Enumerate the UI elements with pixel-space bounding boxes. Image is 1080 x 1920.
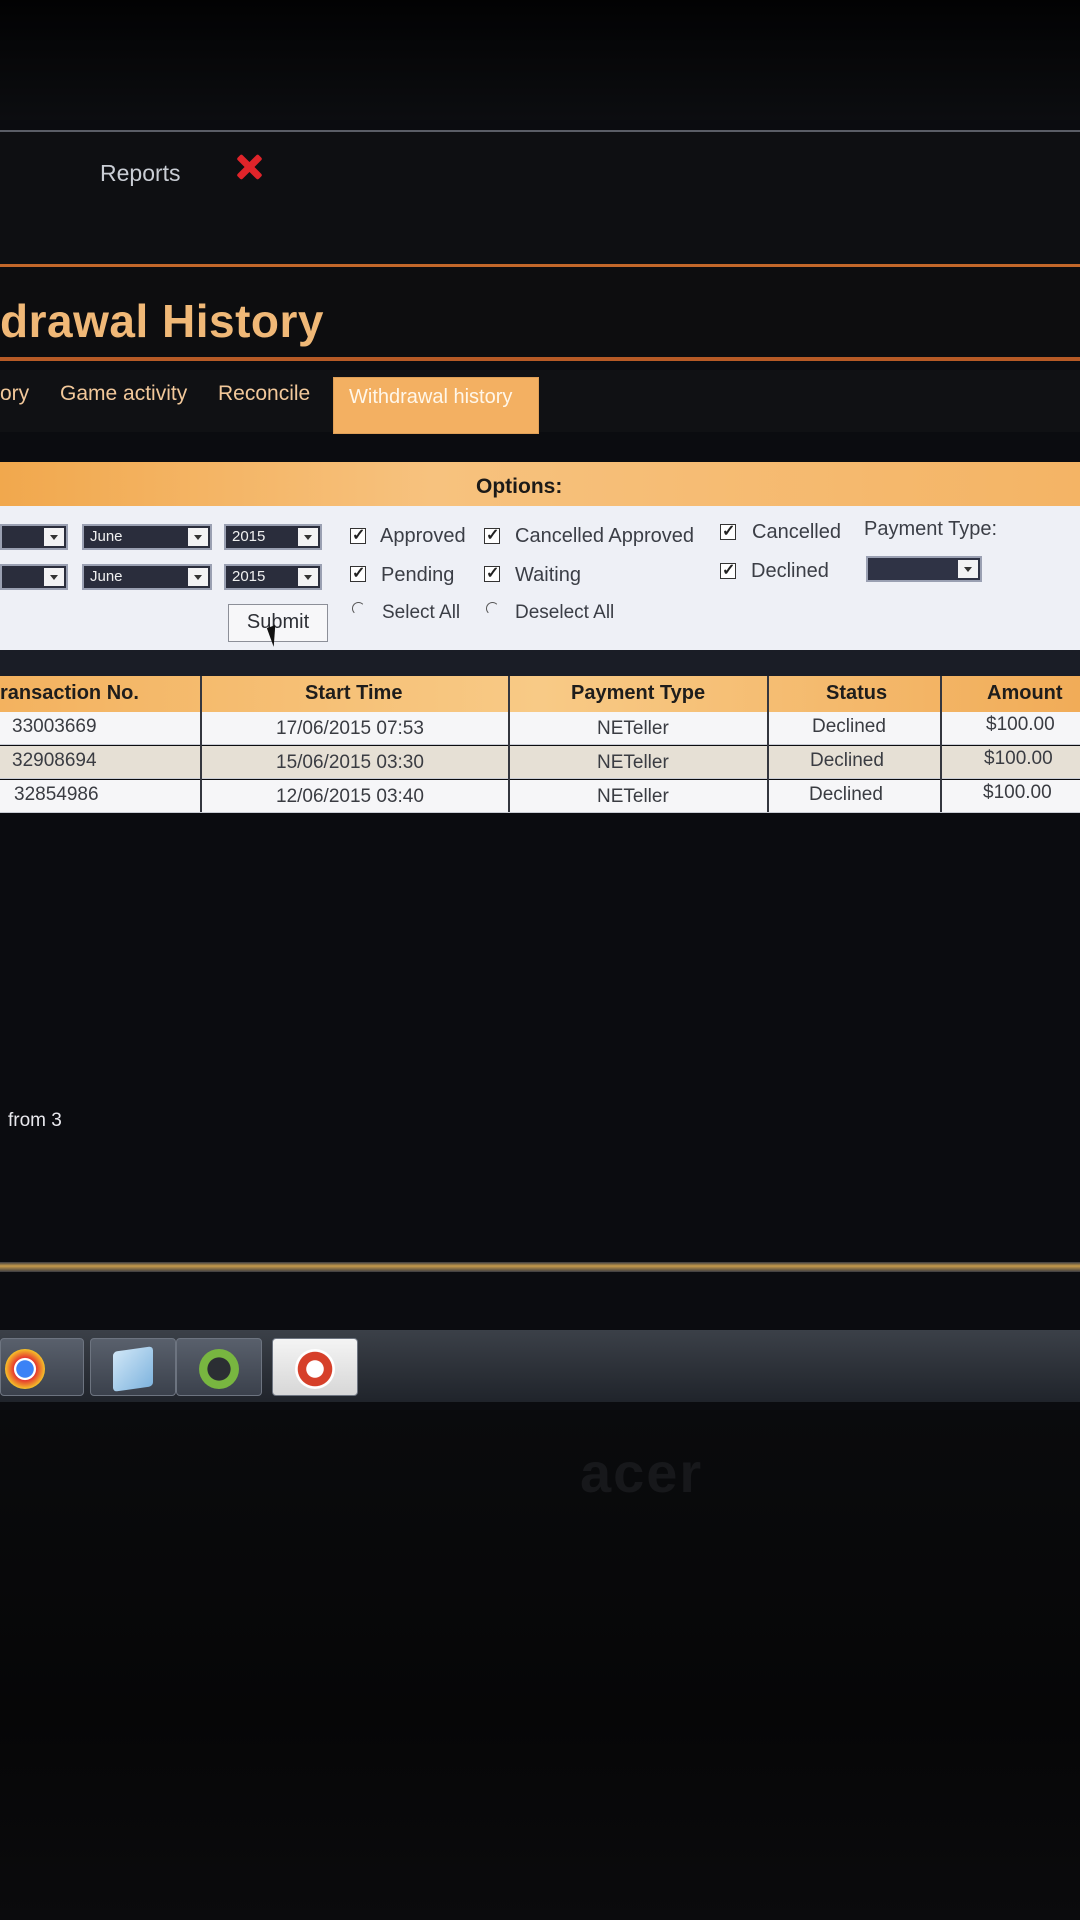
waiting-label: Waiting: [515, 564, 581, 586]
table-row[interactable]: [0, 712, 1080, 745]
pagination-text: from 3: [8, 1110, 62, 1131]
chevron-down-icon: [44, 568, 64, 586]
cell-amount: $100.00: [984, 748, 1053, 769]
chevron-down-icon: [44, 528, 64, 546]
divider: [0, 650, 1080, 676]
page-title: drawal History: [0, 295, 324, 347]
cancelled-label: Cancelled: [752, 521, 841, 543]
taskbar-utorrent[interactable]: [176, 1338, 262, 1396]
cell-transaction-no: 32854986: [14, 784, 99, 805]
to-month-value: June: [90, 568, 123, 585]
cancelled-checkbox[interactable]: [720, 521, 736, 541]
column-divider: [767, 676, 769, 812]
cancelled-approved-checkbox[interactable]: [484, 525, 500, 545]
cell-start-time: 17/06/2015 07:53: [276, 718, 424, 739]
column-header-start-time[interactable]: Start Time: [305, 682, 402, 705]
cancelled-approved-label: Cancelled Approved: [515, 525, 695, 547]
chevron-down-icon: [188, 528, 208, 546]
notepad-icon: [113, 1346, 153, 1392]
utorrent-icon: [199, 1349, 239, 1389]
from-year-value: 2015: [232, 528, 266, 545]
cell-amount: $100.00: [986, 714, 1055, 735]
declined-label: Declined: [751, 560, 829, 582]
table-row[interactable]: [0, 780, 1080, 813]
table-row[interactable]: [0, 746, 1080, 779]
to-day-select[interactable]: [0, 564, 68, 590]
column-header-status[interactable]: Status: [826, 682, 887, 705]
payment-type-label: Payment Type:: [864, 518, 998, 540]
divider: [0, 357, 1080, 361]
column-header-amount[interactable]: Amount: [987, 682, 1063, 705]
select-all-label: Select All: [382, 602, 461, 623]
taskbar-poker-client[interactable]: [272, 1338, 358, 1396]
column-divider: [200, 676, 202, 812]
declined-checkbox[interactable]: [720, 560, 736, 580]
from-day-select[interactable]: [0, 524, 68, 550]
chrome-icon: [5, 1349, 45, 1389]
taskbar-chrome[interactable]: [0, 1338, 84, 1396]
options-title: Options:: [476, 475, 563, 498]
waiting-checkbox[interactable]: [484, 563, 500, 583]
menu-item-reports[interactable]: Reports: [100, 160, 181, 187]
approved-label: Approved: [380, 525, 466, 547]
payment-type-select[interactable]: [866, 556, 982, 582]
tab-withdrawal-history[interactable]: Withdrawal history: [333, 377, 539, 434]
laptop-keyboard-area: [0, 1410, 1080, 1920]
column-divider: [940, 676, 942, 812]
approved-checkbox[interactable]: [350, 525, 366, 545]
cell-start-time: 15/06/2015 03:30: [276, 752, 424, 773]
cell-amount: $100.00: [983, 782, 1052, 803]
column-header-transaction[interactable]: ransaction No.: [0, 682, 139, 705]
cell-payment-type: NETeller: [597, 786, 669, 807]
from-year-select[interactable]: 2015: [224, 524, 322, 550]
taskbar-explorer[interactable]: [90, 1338, 176, 1396]
tab-history[interactable]: ory: [0, 382, 29, 406]
brand-logo: acer: [580, 1441, 704, 1504]
table-header: [0, 676, 1080, 712]
chevron-down-icon: [298, 528, 318, 546]
select-all-radio[interactable]: [352, 602, 365, 615]
tab-game-activity[interactable]: Game activity: [60, 382, 187, 406]
close-icon[interactable]: [232, 150, 266, 184]
tab-reconcile[interactable]: Reconcile: [218, 382, 310, 406]
cell-transaction-no: 33003669: [12, 716, 97, 737]
deselect-all-label: Deselect All: [515, 602, 615, 623]
to-year-select[interactable]: 2015: [224, 564, 322, 590]
cell-payment-type: NETeller: [597, 718, 669, 739]
cell-status: Declined: [810, 750, 884, 771]
cell-start-time: 12/06/2015 03:40: [276, 786, 424, 807]
to-year-value: 2015: [232, 568, 266, 585]
column-divider: [508, 676, 510, 812]
chevron-down-icon: [188, 568, 208, 586]
chevron-down-icon: [958, 560, 978, 578]
cell-transaction-no: 32908694: [12, 750, 97, 771]
monitor-bezel: [0, 0, 1080, 120]
poker-app-icon: [295, 1349, 335, 1389]
column-header-payment-type[interactable]: Payment Type: [571, 682, 705, 705]
chevron-down-icon: [298, 568, 318, 586]
pending-checkbox[interactable]: [350, 563, 366, 583]
from-month-select[interactable]: June: [82, 524, 212, 550]
top-menu: [0, 132, 1080, 264]
to-month-select[interactable]: June: [82, 564, 212, 590]
cell-status: Declined: [812, 716, 886, 737]
cell-payment-type: NETeller: [597, 752, 669, 773]
pending-label: Pending: [381, 564, 455, 586]
deselect-all-radio[interactable]: [486, 602, 499, 615]
window-bottom-border: [0, 1262, 1080, 1272]
cell-status: Declined: [809, 784, 883, 805]
from-month-value: June: [90, 528, 123, 545]
